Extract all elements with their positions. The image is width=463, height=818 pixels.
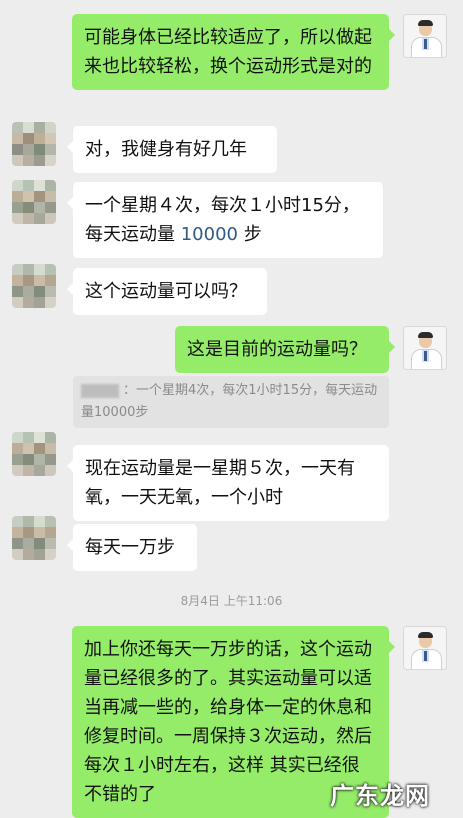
message-bubble-incoming[interactable]: 对，我健身有好几年 bbox=[67, 126, 277, 173]
watermark: 广东龙网 bbox=[330, 781, 430, 810]
quoted-message[interactable]: ：一个星期4次，每次1小时15分，每天运动量10000步 bbox=[73, 376, 389, 428]
message-bubble-outgoing[interactable]: 可能身体已经比较适应了，所以做起来也比较轻松，换个运动形式是对的 bbox=[72, 14, 395, 90]
user-avatar[interactable] bbox=[12, 432, 56, 476]
message-text: 这个运动量可以吗？ bbox=[85, 281, 247, 302]
user-avatar[interactable] bbox=[12, 264, 56, 308]
doctor-avatar[interactable] bbox=[403, 326, 447, 370]
message-text: 可能身体已经比较适应了，所以做起来也比较轻松，换个运动形式是对的 bbox=[84, 27, 372, 77]
message-bubble-incoming[interactable]: 一个星期４次，每次１小时15分，每天运动量 10000 步 bbox=[67, 182, 383, 258]
message-bubble-incoming[interactable]: 现在运动量是一星期５次，一天有氧，一天无氧，一个小时 bbox=[67, 445, 389, 521]
message-text: 对，我健身有好几年 bbox=[85, 139, 247, 160]
blurred-name bbox=[81, 383, 119, 398]
quote-text: ：一个星期4次，每次1小时15分，每天运动量10000步 bbox=[81, 383, 378, 420]
message-text: 这是目前的运动量吗？ bbox=[187, 339, 367, 360]
message-text: 步 bbox=[238, 224, 262, 245]
message-bubble-incoming[interactable]: 这个运动量可以吗？ bbox=[67, 268, 267, 315]
doctor-avatar[interactable] bbox=[403, 626, 447, 670]
number-link[interactable]: 10000 bbox=[181, 224, 238, 245]
user-avatar[interactable] bbox=[12, 516, 56, 560]
user-avatar[interactable] bbox=[12, 122, 56, 166]
user-avatar[interactable] bbox=[12, 180, 56, 224]
chat-screen: { "messages": [ {"side":"out","text":"可能… bbox=[0, 0, 463, 818]
message-bubble-outgoing[interactable]: 这是目前的运动量吗？ bbox=[175, 326, 395, 373]
message-text: 加上你还每天一万步的话，这个运动量已经很多的了。其实运动量可以适当再减一些的，给… bbox=[84, 639, 372, 805]
message-bubble-incoming[interactable]: 每天一万步 bbox=[67, 524, 197, 571]
doctor-avatar[interactable] bbox=[403, 14, 447, 58]
timestamp: 8月4日 上午11:06 bbox=[180, 594, 283, 608]
message-text: 每天一万步 bbox=[85, 537, 175, 558]
message-text: 现在运动量是一星期５次，一天有氧，一天无氧，一个小时 bbox=[85, 458, 355, 508]
